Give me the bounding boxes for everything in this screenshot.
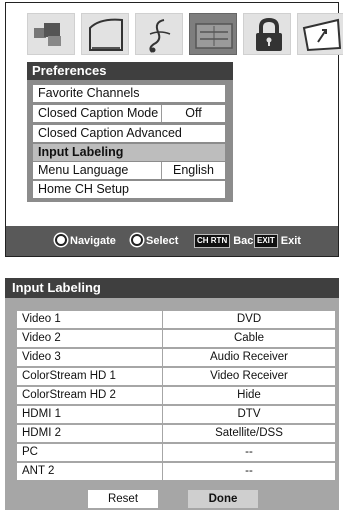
- preferences-menu: Preferences Favorite Channels Closed Cap…: [27, 62, 233, 202]
- input-label-value[interactable]: DTV: [163, 406, 335, 423]
- menu-item-input-labeling[interactable]: Input Labeling: [33, 144, 225, 161]
- menu-item-home-ch-setup[interactable]: Home CH Setup: [33, 181, 225, 198]
- preferences-title: Preferences: [27, 62, 233, 80]
- menu-icon-bar: [27, 13, 343, 57]
- tv-menu-screen: Preferences Favorite Channels Closed Cap…: [5, 2, 343, 257]
- menu-item-menu-language[interactable]: Menu Language English: [33, 162, 225, 179]
- navigate-label: Navigate: [70, 235, 116, 247]
- ch-rtn-button-icon: CH RTN: [194, 234, 231, 248]
- menu-item-label: Closed Caption Advanced: [38, 126, 182, 140]
- input-row[interactable]: PC --: [17, 444, 335, 461]
- input-row[interactable]: ColorStream HD 1 Video Receiver: [17, 368, 335, 385]
- setup-icon[interactable]: [297, 13, 343, 55]
- done-button[interactable]: Done: [188, 490, 258, 508]
- menu-language-value: English: [161, 162, 225, 179]
- input-labeling-title: Input Labeling: [5, 278, 339, 298]
- input-label-value[interactable]: --: [163, 463, 335, 480]
- dpad-icon: [55, 234, 67, 246]
- menu-item-label: Input Labeling: [38, 145, 124, 159]
- menu-item-closed-caption-mode[interactable]: Closed Caption Mode Off: [33, 105, 225, 122]
- menu-item-label: Home CH Setup: [38, 182, 130, 196]
- music-icon[interactable]: [135, 13, 183, 55]
- exit-button-icon: EXIT: [254, 234, 278, 248]
- menu-item-label: Closed Caption Mode: [38, 106, 159, 120]
- select-hint: Select: [131, 234, 178, 248]
- input-row[interactable]: ColorStream HD 2 Hide: [17, 387, 335, 404]
- input-labeling-screen: Input Labeling Video 1 DVD Video 2 Cable…: [5, 278, 339, 510]
- input-label-value[interactable]: Satellite/DSS: [163, 425, 335, 442]
- reset-button[interactable]: Reset: [88, 490, 158, 508]
- menu-item-favorite-channels[interactable]: Favorite Channels: [33, 85, 225, 102]
- lock-icon[interactable]: [243, 13, 291, 55]
- input-label-value[interactable]: --: [163, 444, 335, 461]
- input-name: ANT 2: [17, 463, 162, 480]
- enter-button-icon: [131, 234, 143, 246]
- input-row[interactable]: HDMI 1 DTV: [17, 406, 335, 423]
- picture-icon[interactable]: [27, 13, 75, 55]
- closed-caption-mode-value: Off: [161, 105, 225, 122]
- input-row[interactable]: ANT 2 --: [17, 463, 335, 480]
- back-hint: CH RTN Back: [194, 234, 260, 248]
- input-name: ColorStream HD 1: [17, 368, 162, 385]
- sound-icon[interactable]: [81, 13, 129, 55]
- input-row[interactable]: HDMI 2 Satellite/DSS: [17, 425, 335, 442]
- input-row[interactable]: Video 2 Cable: [17, 330, 335, 347]
- input-name: HDMI 2: [17, 425, 162, 442]
- input-label-value[interactable]: Video Receiver: [163, 368, 335, 385]
- input-label-value[interactable]: DVD: [163, 311, 335, 328]
- input-label-value[interactable]: Audio Receiver: [163, 349, 335, 366]
- input-row[interactable]: Video 3 Audio Receiver: [17, 349, 335, 366]
- input-name: HDMI 1: [17, 406, 162, 423]
- exit-hint: EXIT Exit: [254, 234, 301, 248]
- select-label: Select: [146, 235, 179, 247]
- menu-item-closed-caption-advanced[interactable]: Closed Caption Advanced: [33, 125, 225, 142]
- input-label-value[interactable]: Cable: [163, 330, 335, 347]
- input-name: Video 1: [17, 311, 162, 328]
- input-name: Video 3: [17, 349, 162, 366]
- navigation-hint-bar: Navigate Select CH RTN Back EXIT Exit: [6, 226, 338, 256]
- preferences-icon[interactable]: [189, 13, 237, 55]
- input-name: Video 2: [17, 330, 162, 347]
- menu-item-label: Menu Language: [38, 163, 129, 177]
- menu-item-label: Favorite Channels: [38, 86, 140, 100]
- navigate-hint: Navigate: [55, 234, 116, 248]
- input-label-value[interactable]: Hide: [163, 387, 335, 404]
- exit-label: Exit: [280, 235, 301, 247]
- input-row[interactable]: Video 1 DVD: [17, 311, 335, 328]
- input-name: ColorStream HD 2: [17, 387, 162, 404]
- input-name: PC: [17, 444, 162, 461]
